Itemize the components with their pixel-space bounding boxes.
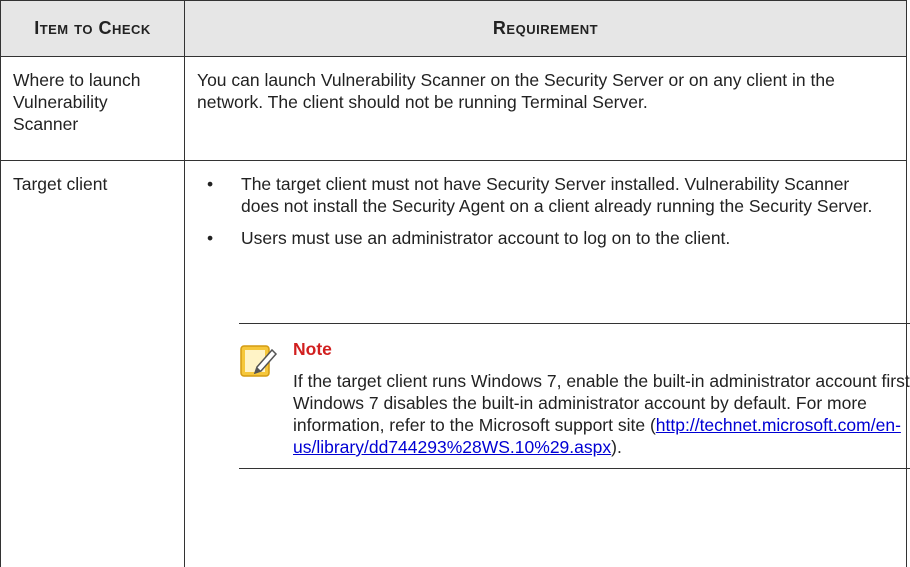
item-cell: Target client [1, 161, 185, 567]
requirements-table: Item to Check Requirement Where to launc… [0, 0, 907, 567]
header-requirement: Requirement [185, 1, 907, 57]
bullet-icon: • [207, 227, 213, 249]
item-cell: Where to launch Vulnerability Scanner [1, 57, 185, 161]
note-text-after-link: ). [611, 437, 622, 457]
requirement-cell: • The target client must not have Securi… [185, 161, 907, 567]
bullet-text: Users must use an administrator account … [241, 228, 730, 248]
note-body: Note If the target client runs Windows 7… [239, 324, 910, 468]
bullet-icon: • [207, 173, 213, 195]
note-pencil-icon [239, 340, 279, 380]
note-bottom-rule [239, 468, 910, 469]
table-row: Target client • The target client must n… [1, 161, 907, 567]
note-text: If the target client runs Windows 7, ena… [293, 370, 910, 458]
table-row: Where to launch Vulnerability Scanner Yo… [1, 57, 907, 161]
header-item-to-check: Item to Check [1, 1, 185, 57]
note-box: Note If the target client runs Windows 7… [239, 323, 910, 469]
item-text: Where to launch Vulnerability Scanner [1, 57, 184, 135]
requirement-bullet-list: • The target client must not have Securi… [185, 161, 906, 249]
list-item: • The target client must not have Securi… [185, 173, 906, 217]
requirement-cell: You can launch Vulnerability Scanner on … [185, 57, 907, 161]
list-item: • Users must use an administrator accoun… [185, 227, 906, 249]
table-header-row: Item to Check Requirement [1, 1, 907, 57]
item-text: Target client [1, 161, 184, 195]
requirement-text: You can launch Vulnerability Scanner on … [185, 57, 906, 113]
note-title: Note [293, 338, 910, 360]
bullet-text: The target client must not have Security… [241, 174, 872, 216]
